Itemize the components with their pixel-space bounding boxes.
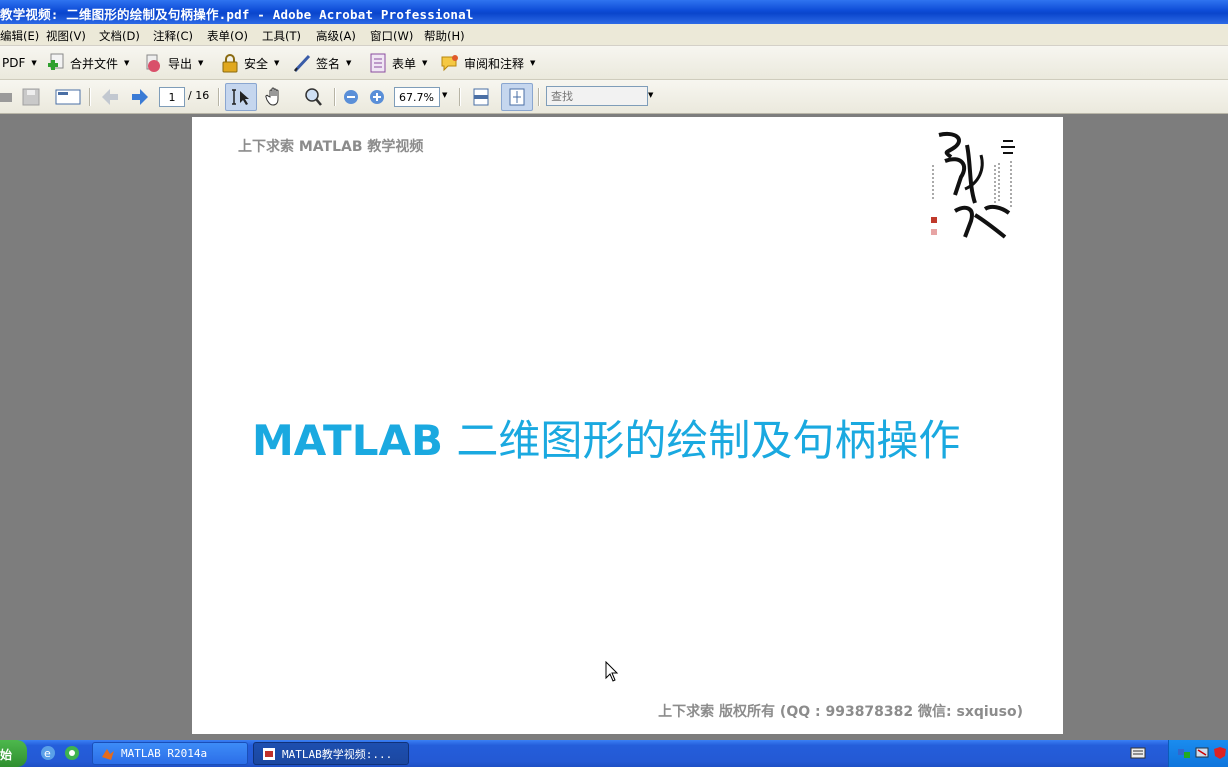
- save-icon[interactable]: [21, 87, 41, 107]
- taskbar-item-acrobat-label: MATLAB教学视频:...: [282, 747, 393, 761]
- hand-tool-icon[interactable]: [265, 87, 285, 107]
- network-icon[interactable]: [1177, 746, 1191, 760]
- search-dropdown-icon[interactable]: ▼: [648, 91, 653, 99]
- forms-label: 表单: [392, 56, 417, 71]
- secure-label: 安全: [244, 56, 269, 71]
- menu-document[interactable]: 文档(D): [99, 28, 140, 44]
- browser-icon[interactable]: [64, 745, 80, 761]
- toolbar-separator: [89, 88, 91, 106]
- taskbar-item-acrobat[interactable]: MATLAB教学视频:...: [253, 742, 409, 765]
- display-icon[interactable]: [1195, 746, 1209, 760]
- menu-help[interactable]: 帮助(H): [424, 28, 465, 44]
- taskbar: 始 e MATLAB R2014a MATLAB教学视频:...: [0, 740, 1228, 767]
- ie-icon[interactable]: e: [40, 745, 56, 761]
- fit-page-icon[interactable]: [507, 87, 527, 107]
- pdf-file-icon: [263, 747, 275, 760]
- menu-tools[interactable]: 工具(T): [262, 28, 301, 44]
- menu-edit[interactable]: 编辑(E): [0, 28, 39, 44]
- secure-button[interactable]: 安全 ▼: [220, 51, 279, 75]
- taskbar-item-matlab-label: MATLAB R2014a: [121, 747, 208, 760]
- dropdown-icon: ▼: [198, 59, 204, 67]
- search-input[interactable]: [546, 86, 648, 106]
- task-toolbar: PDF ▼ 合并文件 ▼ 导出 ▼ 安全 ▼ 签名 ▼ 表单 ▼ 审阅和注释 ▼: [0, 46, 1228, 80]
- zoom-level-input[interactable]: [394, 87, 440, 107]
- zoom-dropdown-icon[interactable]: ▼: [442, 91, 447, 99]
- document-title-latin: MATLAB: [252, 416, 443, 465]
- page-total: / 16: [188, 89, 210, 102]
- page-number-input[interactable]: [159, 87, 185, 107]
- select-text-icon[interactable]: [231, 87, 251, 107]
- system-tray: [1168, 740, 1228, 767]
- page-footer: 上下求索 版权所有 (QQ : 993878382 微信: sxqiuso): [658, 704, 1023, 720]
- dropdown-icon: ▼: [346, 59, 352, 67]
- next-page-icon[interactable]: [130, 87, 150, 107]
- mouse-cursor-icon: [605, 661, 619, 682]
- window-title: 教学视频: 二维图形的绘制及句柄操作.pdf - Adobe Acrobat P…: [0, 7, 474, 22]
- print-icon[interactable]: [0, 87, 14, 107]
- menu-forms[interactable]: 表单(O): [207, 28, 248, 44]
- dropdown-icon: ▼: [274, 59, 280, 67]
- review-comment-label: 审阅和注释: [464, 56, 525, 71]
- title-bar[interactable]: 教学视频: 二维图形的绘制及句柄操作.pdf - Adobe Acrobat P…: [0, 0, 1228, 24]
- create-pdf-button[interactable]: PDF ▼: [2, 51, 37, 75]
- menu-comments[interactable]: 注释(C): [153, 28, 193, 44]
- pdf-page[interactable]: 上下求索 MATLAB 教学视频 MATLAB 二维图形的绘制及句柄操作 上下求…: [192, 117, 1063, 734]
- dropdown-icon: ▼: [31, 59, 37, 67]
- navigation-toolbar: / 16 ▼ ▼: [0, 80, 1228, 114]
- start-button[interactable]: 始: [0, 740, 27, 767]
- dropdown-icon: ▼: [124, 59, 130, 67]
- svg-text:e: e: [44, 747, 51, 760]
- combine-files-label: 合并文件: [70, 56, 119, 71]
- keyboard-icon[interactable]: [1130, 747, 1146, 759]
- sign-label: 签名: [316, 56, 341, 71]
- previous-page-icon[interactable]: [100, 87, 120, 107]
- combine-files-icon: [48, 53, 64, 70]
- menu-view[interactable]: 视图(V): [46, 28, 86, 44]
- start-label: 始: [0, 748, 13, 762]
- pen-icon: [293, 54, 311, 73]
- sign-button[interactable]: 签名 ▼: [292, 51, 351, 75]
- menu-advanced[interactable]: 高级(A): [316, 28, 356, 44]
- review-comment-button[interactable]: 审阅和注释 ▼: [440, 51, 535, 75]
- zoom-marquee-icon[interactable]: [303, 87, 323, 107]
- menu-bar: 编辑(E) 视图(V) 文档(D) 注释(C) 表单(O) 工具(T) 高级(A…: [0, 24, 1228, 46]
- export-button[interactable]: 导出 ▼: [144, 51, 203, 75]
- toolbar-separator: [218, 88, 220, 106]
- export-label: 导出: [168, 56, 193, 71]
- combine-files-button[interactable]: 合并文件 ▼: [46, 51, 129, 75]
- form-icon: [370, 53, 386, 73]
- document-title-cjk: 二维图形的绘制及句柄操作: [456, 416, 961, 465]
- dropdown-icon: ▼: [422, 59, 428, 67]
- lock-icon: [222, 54, 238, 73]
- toolbar-separator: [459, 88, 461, 106]
- calligraphy-logo: [931, 132, 1015, 239]
- taskbar-item-matlab[interactable]: MATLAB R2014a: [92, 742, 248, 765]
- fit-width-icon[interactable]: [471, 87, 491, 107]
- zoom-out-icon[interactable]: [343, 87, 359, 107]
- export-icon: [146, 54, 160, 72]
- menu-window[interactable]: 窗口(W): [370, 28, 413, 44]
- page-header: 上下求索 MATLAB 教学视频: [238, 139, 424, 155]
- dropdown-icon: ▼: [530, 59, 536, 67]
- toolbar-separator: [334, 88, 336, 106]
- matlab-icon: [102, 748, 114, 760]
- forms-button[interactable]: 表单 ▼: [368, 51, 427, 75]
- zoom-in-icon[interactable]: [369, 87, 385, 107]
- email-icon[interactable]: [55, 87, 81, 107]
- security-shield-icon[interactable]: [1213, 746, 1227, 760]
- toolbar-separator: [538, 88, 540, 106]
- document-title: MATLAB 二维图形的绘制及句柄操作: [252, 407, 1012, 468]
- create-pdf-label: PDF: [2, 56, 26, 70]
- comment-icon: [441, 55, 458, 72]
